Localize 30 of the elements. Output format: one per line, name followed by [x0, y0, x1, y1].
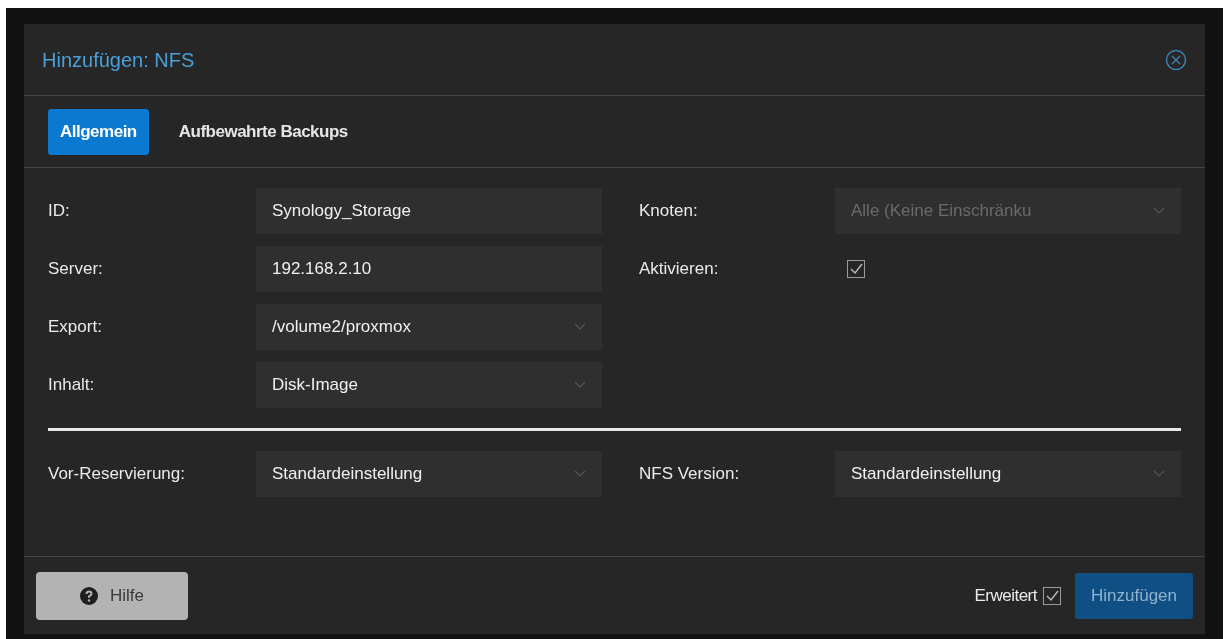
chevron-down-icon — [574, 381, 586, 389]
chevron-down-icon — [574, 323, 586, 331]
field-label: Knoten: — [639, 200, 699, 222]
field-label: Server: — [48, 258, 104, 280]
field-label: ID: — [48, 200, 71, 222]
dropdown-field[interactable]: Disk-Image — [256, 362, 602, 408]
tab[interactable]: Aufbewahrte Backups — [166, 108, 360, 155]
field-label: Aktivieren: — [639, 258, 720, 280]
field-label: Vor-Reservierung: — [48, 463, 186, 485]
field-label: NFS Version: — [639, 463, 741, 485]
dropdown-field[interactable]: Standardeinstellung — [835, 451, 1181, 497]
dropdown-field[interactable]: /volume2/proxmox — [256, 304, 602, 350]
field-label: Export: — [48, 316, 103, 338]
checkmark-icon — [849, 262, 863, 276]
input-field[interactable]: Synology_Storage — [256, 188, 602, 234]
advanced-label: Erweitert — [974, 584, 1037, 607]
tab[interactable]: Allgemein — [48, 108, 149, 155]
window-title: Hinzufügen: NFS — [42, 47, 195, 73]
checkmark-icon — [1045, 588, 1059, 603]
input-field[interactable]: 192.168.2.10 — [256, 246, 602, 292]
checkbox[interactable] — [847, 260, 865, 278]
checkbox[interactable] — [1043, 586, 1061, 605]
dropdown-field[interactable]: Standardeinstellung — [256, 451, 602, 497]
chevron-down-icon — [1153, 207, 1165, 215]
help-button[interactable]: Hilfe — [36, 571, 188, 620]
chevron-down-icon — [574, 470, 586, 478]
chevron-down-icon — [1153, 470, 1165, 478]
field-label: Inhalt: — [48, 374, 96, 396]
help-icon — [80, 586, 98, 605]
close-icon[interactable] — [1165, 48, 1187, 71]
